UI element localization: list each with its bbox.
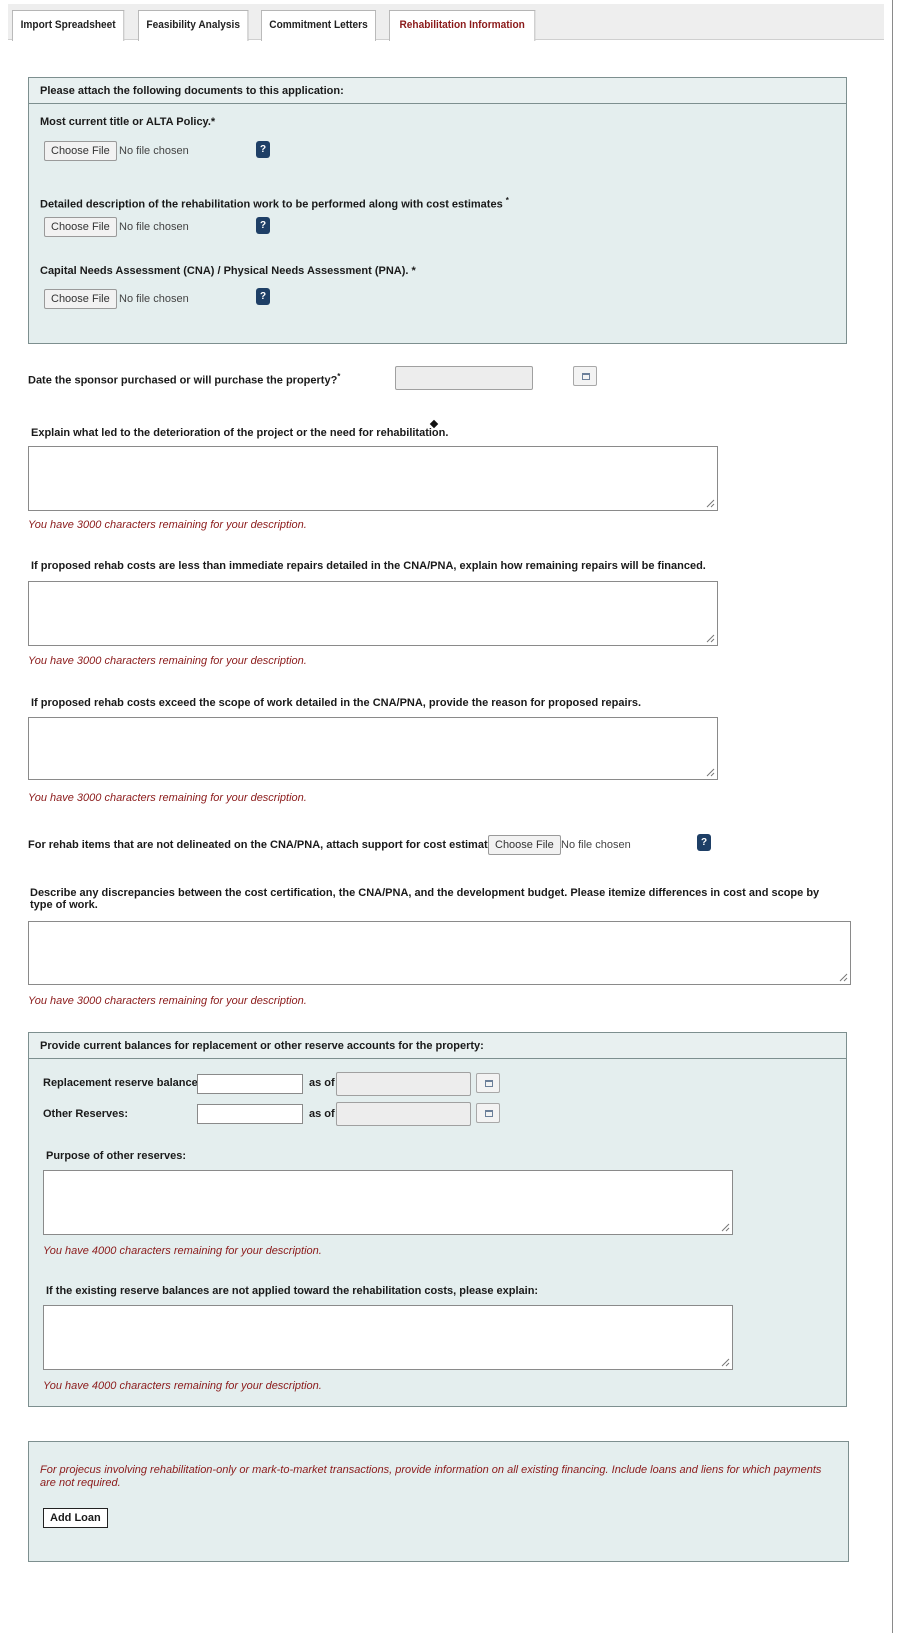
attachments-header: Please attach the following documents to… [29, 78, 846, 104]
tab-commitment-letters[interactable]: Commitment Letters [261, 10, 376, 41]
deterioration-textarea[interactable] [28, 446, 718, 511]
other-reserves-input[interactable] [197, 1104, 303, 1124]
purpose-reserves-textarea[interactable] [43, 1170, 733, 1235]
rehab-description-file-status: No file chosen [119, 221, 189, 233]
replacement-reserve-label: Replacement reserve balance: [43, 1077, 202, 1089]
attachments-panel: Please attach the following documents to… [28, 77, 847, 344]
other-as-of-label: as of [309, 1108, 335, 1120]
rehab-description-choose-file-button[interactable]: Choose File [44, 217, 117, 237]
replacement-date-input[interactable] [336, 1072, 471, 1096]
discrepancies-textarea[interactable] [28, 921, 851, 985]
purchase-date-input[interactable] [395, 366, 533, 390]
other-date-input[interactable] [336, 1102, 471, 1126]
cna-pna-label: Capital Needs Assessment (CNA) / Physica… [40, 265, 416, 277]
resize-grip-icon[interactable] [720, 1222, 730, 1232]
resize-grip-icon[interactable] [720, 1357, 730, 1367]
less-than-label: If proposed rehab costs are less than im… [31, 560, 706, 572]
other-date-calendar-button[interactable] [476, 1103, 500, 1123]
exceed-label: If proposed rehab costs exceed the scope… [31, 697, 642, 709]
less-than-textarea[interactable] [28, 581, 718, 646]
reserves-header: Provide current balances for replacement… [29, 1033, 846, 1059]
explain-remaining: You have 4000 characters remaining for y… [43, 1380, 322, 1392]
exceed-remaining: You have 3000 characters remaining for y… [28, 792, 307, 804]
help-icon[interactable]: ? [256, 217, 270, 234]
help-icon[interactable]: ? [697, 834, 711, 851]
purpose-remaining: You have 4000 characters remaining for y… [43, 1245, 322, 1257]
replacement-date-calendar-button[interactable] [476, 1073, 500, 1093]
title-policy-choose-file-button[interactable]: Choose File [44, 141, 117, 161]
resize-grip-icon[interactable] [838, 972, 848, 982]
support-file-status: No file chosen [561, 839, 631, 851]
purchase-date-label: Date the sponsor purchased or will purch… [28, 372, 341, 387]
reserves-panel: Provide current balances for replacement… [28, 1032, 847, 1407]
calendar-icon [485, 1110, 493, 1117]
explain-reserves-textarea[interactable] [43, 1305, 733, 1370]
financing-panel: For projecus involving rehabilitation-on… [28, 1441, 849, 1562]
financing-note: For projecus involving rehabilitation-on… [40, 1464, 822, 1489]
calendar-icon [582, 373, 590, 380]
cna-pna-choose-file-button[interactable]: Choose File [44, 289, 117, 309]
cna-pna-file-status: No file chosen [119, 293, 189, 305]
title-policy-file-status: No file chosen [119, 145, 189, 157]
other-reserves-label: Other Reserves: [43, 1108, 128, 1120]
deterioration-remaining: You have 3000 characters remaining for y… [28, 519, 307, 531]
title-policy-label: Most current title or ALTA Policy.* [40, 116, 216, 128]
deterioration-label: Explain what led to the deterioration of… [31, 427, 449, 439]
replacement-as-of-label: as of [309, 1077, 335, 1089]
resize-grip-icon[interactable] [705, 767, 715, 777]
purchase-date-calendar-button[interactable] [573, 366, 597, 386]
resize-grip-icon[interactable] [705, 498, 715, 508]
support-choose-file-button[interactable]: Choose File [488, 835, 561, 855]
purpose-reserves-label: Purpose of other reserves: [46, 1150, 186, 1162]
add-loan-button[interactable]: Add Loan [43, 1508, 108, 1528]
support-attach-label: For rehab items that are not delineated … [28, 839, 503, 851]
tab-import-spreadsheet[interactable]: Import Spreadsheet [12, 10, 125, 41]
tab-feasibility-analysis[interactable]: Feasibility Analysis [138, 10, 249, 41]
exceed-textarea[interactable] [28, 717, 718, 780]
help-icon[interactable]: ? [256, 288, 270, 305]
replacement-reserve-input[interactable] [197, 1074, 303, 1094]
rehab-description-label: Detailed description of the rehabilitati… [40, 196, 509, 211]
explain-reserves-label: If the existing reserve balances are not… [46, 1285, 539, 1297]
calendar-icon [485, 1080, 493, 1087]
help-icon[interactable]: ? [256, 141, 270, 158]
tab-rehabilitation-information[interactable]: Rehabilitation Information [389, 10, 536, 41]
discrepancies-label: Describe any discrepancies between the c… [30, 887, 820, 911]
less-than-remaining: You have 3000 characters remaining for y… [28, 655, 307, 667]
discrepancies-remaining: You have 3000 characters remaining for y… [28, 995, 307, 1007]
resize-grip-icon[interactable] [705, 633, 715, 643]
tab-bar: Import Spreadsheet Feasibility Analysis … [8, 4, 884, 41]
